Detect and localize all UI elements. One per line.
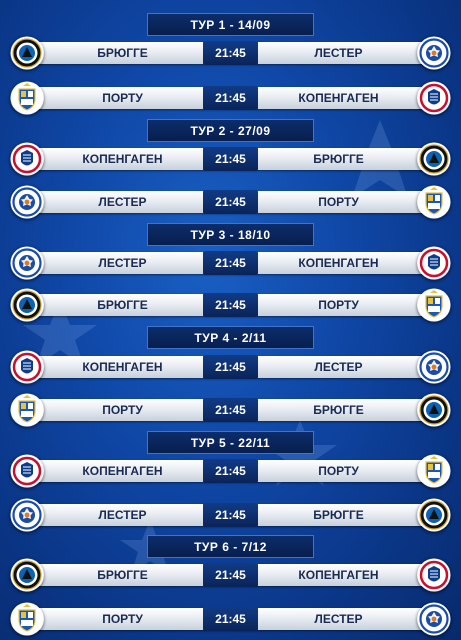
fixture-row: ПОРТУ 21:45 ЛЕСТЕР [0,599,461,639]
porto-crest-icon [417,454,451,488]
away-team: БРЮГГЕ [313,403,364,417]
kickoff-time: 21:45 [203,398,258,422]
club-brugge-crest-icon [417,393,451,427]
leicester-crest-icon [10,498,44,532]
kickoff-time: 21:45 [203,147,258,171]
away-team: КОПЕНГАГЕН [298,568,379,582]
kickoff-time: 21:45 [203,503,258,527]
kickoff-time: 21:45 [203,251,258,275]
club-brugge-crest-icon [10,36,44,70]
home-team: ЛЕСТЕР [98,256,147,270]
away-team: ПОРТУ [318,298,359,312]
leicester-crest-icon [10,246,44,280]
copenhagen-crest-icon [417,558,451,592]
kickoff-time: 21:45 [203,459,258,483]
away-team: КОПЕНГАГЕН [298,91,379,105]
home-team: БРЮГГЕ [97,298,148,312]
copenhagen-crest-icon [417,246,451,280]
copenhagen-crest-icon [10,350,44,384]
kickoff-time: 21:45 [203,355,258,379]
club-brugge-crest-icon [10,558,44,592]
fixture-row: ЛЕСТЕР 21:45 БРЮГГЕ [0,495,461,535]
leicester-crest-icon [417,602,451,636]
club-brugge-crest-icon [10,288,44,322]
away-team: КОПЕНГАГЕН [298,256,379,270]
porto-crest-icon [10,81,44,115]
home-team: БРЮГГЕ [97,46,148,60]
porto-crest-icon [417,288,451,322]
round-4-banner: ТУР 4 - 2/11 [147,326,314,349]
porto-crest-icon [417,185,451,219]
fixture-row: КОПЕНГАГЕН 21:45 ЛЕСТЕР [0,347,461,387]
copenhagen-crest-icon [417,81,451,115]
fixture-row: ПОРТУ 21:45 БРЮГГЕ [0,390,461,430]
kickoff-time: 21:45 [203,190,258,214]
home-team: ЛЕСТЕР [98,195,147,209]
home-team: ПОРТУ [102,403,143,417]
porto-crest-icon [10,602,44,636]
fixture-row: БРЮГГЕ 21:45 ПОРТУ [0,285,461,325]
fixture-row: ЛЕСТЕР 21:45 КОПЕНГАГЕН [0,243,461,283]
leicester-crest-icon [417,36,451,70]
away-team: ЛЕСТЕР [314,360,363,374]
kickoff-time: 21:45 [203,563,258,587]
fixture-row: КОПЕНГАГЕН 21:45 БРЮГГЕ [0,139,461,179]
copenhagen-crest-icon [10,142,44,176]
home-team: ЛЕСТЕР [98,508,147,522]
leicester-crest-icon [417,350,451,384]
away-team: ПОРТУ [318,195,359,209]
away-team: БРЮГГЕ [313,152,364,166]
home-team: КОПЕНГАГЕН [82,360,163,374]
away-team: ПОРТУ [318,464,359,478]
home-team: ПОРТУ [102,612,143,626]
fixture-row: ПОРТУ 21:45 КОПЕНГАГЕН [0,78,461,118]
fixture-row: БРЮГГЕ 21:45 ЛЕСТЕР [0,33,461,73]
club-brugge-crest-icon [417,498,451,532]
kickoff-time: 21:45 [203,293,258,317]
fixture-row: БРЮГГЕ 21:45 КОПЕНГАГЕН [0,555,461,595]
away-team: ЛЕСТЕР [314,612,363,626]
fixture-row: КОПЕНГАГЕН 21:45 ПОРТУ [0,451,461,491]
away-team: ЛЕСТЕР [314,46,363,60]
club-brugge-crest-icon [417,142,451,176]
home-team: КОПЕНГАГЕН [82,152,163,166]
kickoff-time: 21:45 [203,41,258,65]
leicester-crest-icon [10,185,44,219]
copenhagen-crest-icon [10,454,44,488]
away-team: БРЮГГЕ [313,508,364,522]
home-team: БРЮГГЕ [97,568,148,582]
home-team: ПОРТУ [102,91,143,105]
kickoff-time: 21:45 [203,86,258,110]
fixture-row: ЛЕСТЕР 21:45 ПОРТУ [0,182,461,222]
home-team: КОПЕНГАГЕН [82,464,163,478]
porto-crest-icon [10,393,44,427]
kickoff-time: 21:45 [203,607,258,631]
